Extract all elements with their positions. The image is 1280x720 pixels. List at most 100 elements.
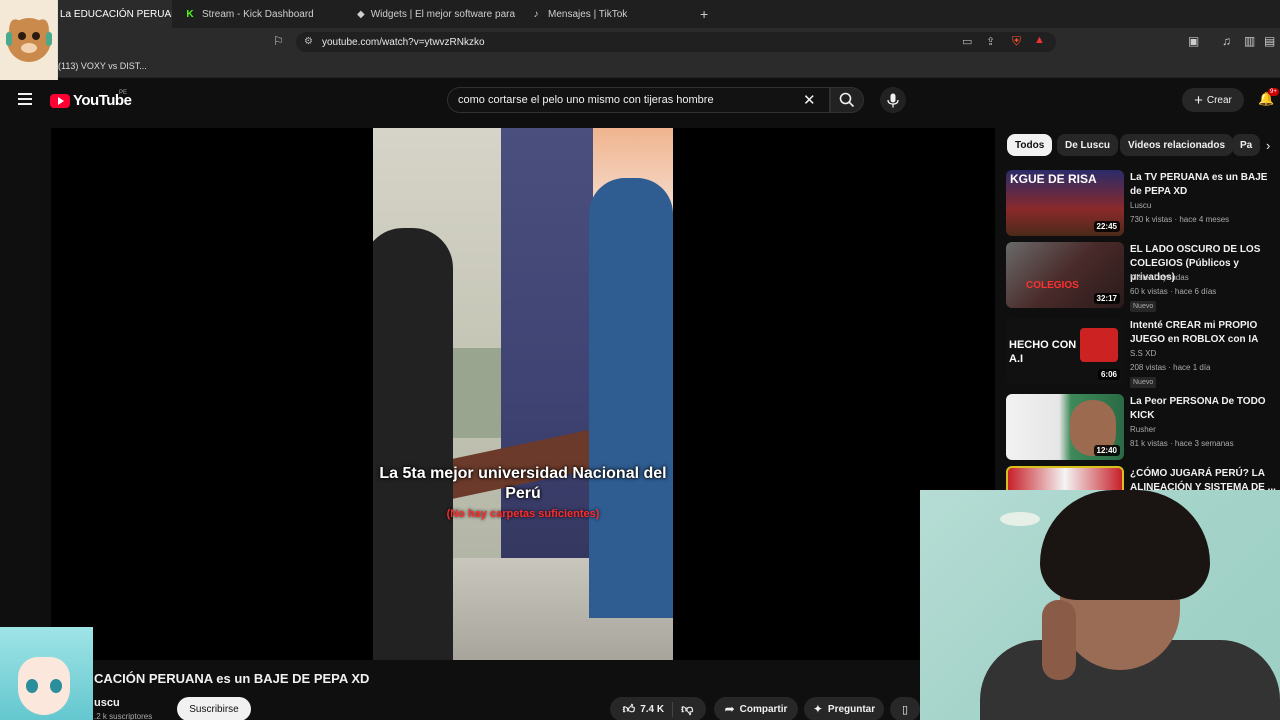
url-field[interactable]: ⚙ youtube.com/watch?v=ytwvzRNkzko ▭ ⇪ ⛨ …: [296, 32, 1056, 52]
related-video-channel[interactable]: S.S XD: [1130, 349, 1156, 358]
new-badge: Nuevo: [1130, 301, 1157, 312]
chevron-right-icon[interactable]: ›: [1266, 138, 1270, 153]
thumbs-down-icon: 👎︎: [681, 701, 694, 716]
related-video-channel[interactable]: Luscu: [1130, 201, 1151, 210]
dislike-button[interactable]: 👎︎: [673, 702, 693, 717]
search-query: como cortarse el pelo uno mismo con tije…: [458, 94, 714, 106]
chip-partial[interactable]: Pa: [1232, 134, 1260, 156]
related-video-channel[interactable]: Mister Leyendas: [1130, 273, 1189, 282]
microphone-icon: [887, 93, 899, 107]
avatar-eye-right: [50, 679, 62, 693]
new-badge: Nuevo: [1130, 377, 1157, 388]
avatar-eye-left: [26, 679, 38, 693]
install-icon[interactable]: ▭: [962, 35, 972, 48]
related-video[interactable]: KGUE DE RISA 22:45 La TV PERUANA es un B…: [1006, 170, 1280, 238]
related-video-meta: 81 k vistas · hace 3 semanas: [1130, 439, 1234, 448]
ask-button[interactable]: ✦ Preguntar: [804, 697, 884, 720]
related-video-channel[interactable]: Rusher: [1130, 425, 1156, 434]
tab-label: Stream - Kick Dashboard: [202, 8, 314, 20]
save-icon: ▯: [901, 703, 909, 716]
rewards-icon[interactable]: ▲: [1034, 34, 1045, 46]
search-icon: [839, 92, 855, 108]
search-input[interactable]: como cortarse el pelo uno mismo con tije…: [447, 87, 830, 113]
address-bar: ⚙ youtube.com/watch?v=ytwvzRNkzko ▭ ⇪ ⛨ …: [0, 28, 1280, 56]
subscribe-button[interactable]: Suscribirse: [177, 697, 251, 720]
screen: La EDUCACIÓN PERUAN ✕ K Stream - Kick Da…: [0, 0, 1280, 720]
tab-label: La EDUCACIÓN PERUAN: [60, 8, 172, 20]
related-video[interactable]: COLEGIOS 32:17 EL LADO OSCURO DE LOS COL…: [1006, 242, 1280, 312]
like-dislike-group: 👍︎ 7.4 K 👎︎: [610, 697, 706, 720]
url-text: youtube.com/watch?v=ytwvzRNkzko: [322, 36, 485, 48]
webcam-background-lamp: [1000, 512, 1040, 526]
related-video[interactable]: HECHO CON A.I 6:06 Intenté CREAR mi PROP…: [1006, 318, 1280, 388]
voice-search-button[interactable]: [880, 87, 906, 113]
youtube-play-icon: [50, 93, 70, 108]
subscriber-count: .2 k suscriptores: [94, 712, 153, 720]
webcam-person-hair: [1040, 490, 1210, 600]
chip-de-luscu[interactable]: De Luscu: [1057, 134, 1119, 156]
tab-label: Widgets | El mejor software para pot: [370, 8, 517, 20]
kick-icon: K: [186, 8, 194, 20]
share-arrow-icon: ➦: [724, 702, 735, 716]
widgets-icon: ◆: [357, 8, 365, 20]
plus-icon: +: [1194, 91, 1203, 109]
related-video-title[interactable]: La TV PERUANA es un BAJE de PEPA XD: [1130, 171, 1278, 199]
create-label: Crear: [1206, 94, 1232, 106]
related-video-title[interactable]: La Peor PERSONA De TODO KICK: [1130, 395, 1278, 423]
tab-kick[interactable]: K Stream - Kick Dashboard: [184, 0, 344, 28]
create-button[interactable]: + Crear: [1182, 88, 1244, 112]
reader-icon[interactable]: ▣: [1188, 34, 1199, 48]
clear-search-icon[interactable]: ✕: [803, 91, 816, 109]
ask-label: Preguntar: [827, 703, 876, 715]
tab-youtube[interactable]: La EDUCACIÓN PERUAN ✕: [58, 0, 172, 28]
site-settings-icon[interactable]: ⚙: [304, 36, 313, 47]
like-count: 7.4 K: [640, 703, 665, 715]
thumbs-up-icon: 👍︎: [622, 701, 636, 716]
chip-todos[interactable]: Todos: [1007, 134, 1053, 156]
duration-badge: 32:17: [1093, 293, 1120, 304]
notification-count-badge: 9+: [1268, 88, 1279, 96]
video-thumbnail[interactable]: KGUE DE RISA 22:45: [1006, 170, 1124, 236]
save-button[interactable]: ▯: [890, 697, 920, 720]
bookmark-item[interactable]: (113) VOXY vs DIST...: [58, 61, 147, 71]
channel-name[interactable]: uscu: [94, 697, 120, 709]
hamburger-menu-icon[interactable]: [18, 93, 32, 105]
wallet-icon[interactable]: ▤: [1264, 34, 1275, 48]
tab-widgets[interactable]: ◆ Widgets | El mejor software para pot: [357, 0, 517, 28]
video-caption: La 5ta mejor universidad Nacional del Pe…: [379, 465, 667, 502]
related-video-title[interactable]: Intenté CREAR mi PROPIO JUEGO en ROBLOX …: [1130, 319, 1278, 347]
webcam-person-hand: [1042, 600, 1076, 680]
share-icon[interactable]: ⇪: [986, 35, 995, 48]
brave-shield-icon[interactable]: ⛨: [1012, 34, 1021, 49]
search-button[interactable]: [830, 87, 864, 113]
sidebar-icon[interactable]: ▥: [1244, 34, 1255, 48]
related-video[interactable]: 12:40 La Peor PERSONA De TODO KICK Rushe…: [1006, 394, 1280, 462]
video-thumbnail[interactable]: COLEGIOS 32:17: [1006, 242, 1124, 308]
tiktok-icon: ♪: [533, 8, 539, 20]
media-icon[interactable]: ♫: [1222, 34, 1231, 48]
video-thumbnail[interactable]: HECHO CON A.I 6:06: [1006, 318, 1124, 384]
region-code: PE: [119, 90, 128, 96]
thumbnail-text: HECHO CON A.I: [1009, 339, 1077, 365]
duration-badge: 6:06: [1097, 369, 1120, 380]
share-button[interactable]: ➦ Compartir: [714, 697, 798, 720]
chip-videos-relacionados[interactable]: Videos relacionados: [1120, 134, 1234, 156]
video-subcaption: (No hay carpetas suficientes): [446, 508, 600, 520]
thumbnail-text: COLEGIOS: [1026, 280, 1079, 291]
bookmark-icon[interactable]: ⚐: [273, 34, 284, 48]
related-video-meta: 730 k vistas · hace 4 meses: [1130, 215, 1230, 224]
tab-tiktok[interactable]: ♪ Mensajes | TikTok: [530, 0, 690, 28]
duration-badge: 22:45: [1093, 221, 1120, 232]
like-button[interactable]: 👍︎ 7.4 K: [622, 701, 674, 717]
webcam-overlay: [920, 490, 1280, 720]
scene-person-right: [589, 178, 673, 618]
streamer-avatar-overlay: [0, 0, 58, 86]
tab-bar: La EDUCACIÓN PERUAN ✕ K Stream - Kick Da…: [0, 0, 1280, 28]
cat-avatar-icon: [6, 18, 52, 62]
video-frame[interactable]: [373, 128, 673, 660]
new-tab-button[interactable]: +: [700, 6, 708, 22]
vtuber-avatar-overlay: [0, 627, 93, 720]
video-thumbnail[interactable]: 12:40: [1006, 394, 1124, 460]
thumbnail-text: KGUE DE RISA: [1010, 172, 1097, 186]
share-label: Compartir: [739, 703, 788, 715]
